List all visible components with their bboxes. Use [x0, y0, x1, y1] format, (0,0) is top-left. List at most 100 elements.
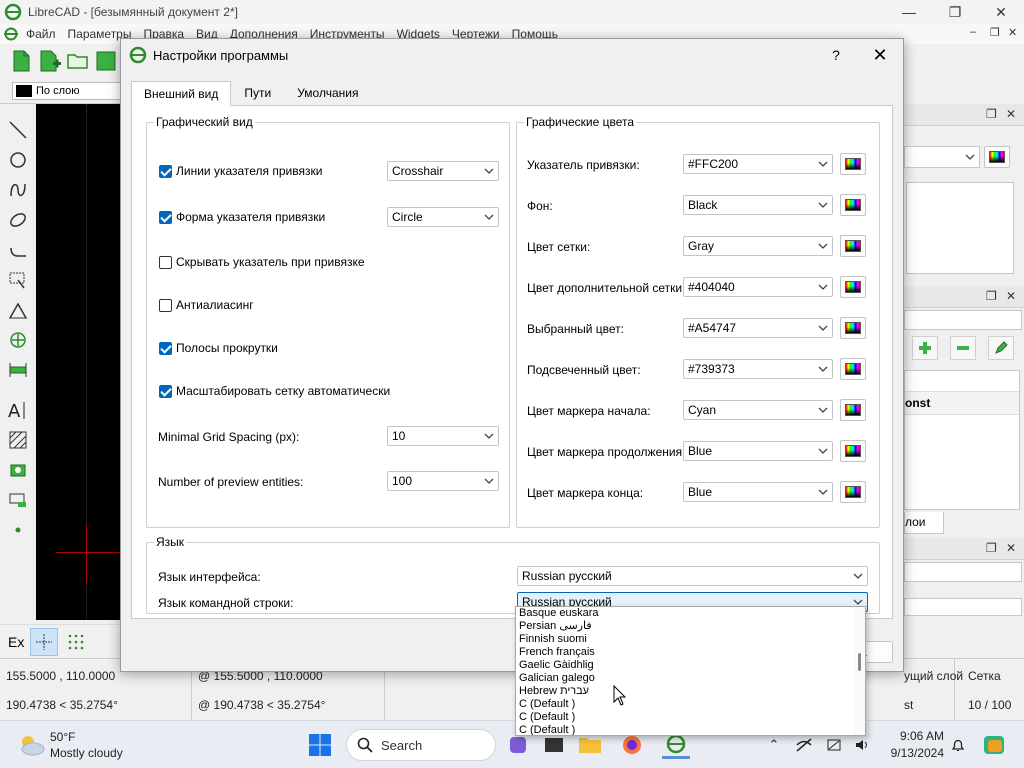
- combo-continue-marker-color[interactable]: Blue: [683, 441, 833, 461]
- combo-snap-lines[interactable]: Crosshair: [387, 161, 499, 181]
- tab-defaults[interactable]: Умолчания: [284, 81, 371, 105]
- snap-grid-icon[interactable]: [64, 630, 88, 654]
- combo-ui-language[interactable]: Russian русский: [517, 566, 868, 586]
- clock-time[interactable]: 9:06 AM: [884, 729, 944, 743]
- point-tool-icon[interactable]: [6, 518, 30, 542]
- list-item[interactable]: Persian فارسی: [519, 620, 592, 633]
- circle-tool-icon[interactable]: [6, 148, 30, 172]
- exclusive-snap-label[interactable]: Ex: [8, 634, 24, 650]
- edit-layer-icon[interactable]: [988, 336, 1014, 360]
- color-picker-icon[interactable]: [840, 358, 866, 380]
- dock-float-icon[interactable]: ❐: [986, 541, 997, 555]
- curve-tool-icon[interactable]: [6, 178, 30, 202]
- combo-selected-color[interactable]: #A54747: [683, 318, 833, 338]
- mdi-close-button[interactable]: ✕: [1008, 26, 1017, 39]
- color-picker-icon[interactable]: [840, 194, 866, 216]
- save-icon[interactable]: [94, 49, 118, 73]
- combo-snap-color[interactable]: #FFC200: [683, 154, 833, 174]
- cloudy-weather-icon[interactable]: [18, 733, 46, 757]
- checkbox-snap-lines[interactable]: [159, 165, 172, 178]
- new-template-icon[interactable]: [38, 49, 62, 73]
- dock-float-icon[interactable]: ❐: [986, 289, 997, 303]
- dock-float-icon[interactable]: ❐: [986, 107, 997, 121]
- combo-preview-entities[interactable]: 100: [387, 471, 499, 491]
- restore-button[interactable]: ❐: [932, 0, 978, 24]
- network-disconnected-icon[interactable]: [794, 735, 814, 755]
- block-filter-input[interactable]: [904, 562, 1022, 582]
- mdi-restore-button[interactable]: ❐: [990, 26, 1000, 39]
- copilot-pre-icon[interactable]: [982, 735, 1006, 755]
- text-tool-icon[interactable]: A: [6, 398, 30, 422]
- color-picker-icon[interactable]: [840, 276, 866, 298]
- dimension-tool-icon[interactable]: [6, 298, 30, 322]
- color-picker-icon[interactable]: [840, 481, 866, 503]
- ellipse-tool-icon[interactable]: [6, 208, 30, 232]
- combo-end-marker-color[interactable]: Blue: [683, 482, 833, 502]
- scrollbar-thumb[interactable]: [858, 653, 861, 671]
- snap-free-icon[interactable]: [30, 627, 59, 656]
- combo-highlight-color[interactable]: #739373: [683, 359, 833, 379]
- list-item[interactable]: French français: [519, 646, 595, 659]
- list-item[interactable]: Basque euskara: [519, 607, 599, 620]
- close-window-button[interactable]: ✕: [978, 0, 1024, 24]
- layer-combo[interactable]: По слою: [12, 82, 122, 100]
- combo-snap-shape[interactable]: Circle: [387, 207, 499, 227]
- battery-icon[interactable]: [824, 735, 844, 755]
- line-tool-icon[interactable]: [6, 118, 30, 142]
- combo-grid-spacing[interactable]: 10: [387, 426, 499, 446]
- dock-combo[interactable]: [904, 146, 980, 168]
- dock-close-icon[interactable]: ✕: [1006, 107, 1016, 121]
- drawing-canvas[interactable]: [36, 104, 125, 620]
- image-tool-icon[interactable]: [6, 458, 30, 482]
- select-tool-icon[interactable]: [6, 268, 30, 292]
- combo-background-color[interactable]: Black: [683, 195, 833, 215]
- mdi-minimize-button[interactable]: –: [970, 26, 976, 38]
- open-folder-icon[interactable]: [66, 49, 90, 73]
- list-item[interactable]: C (Default ): [519, 724, 575, 735]
- tab-appearance[interactable]: Внешний вид: [131, 81, 232, 106]
- combo-start-marker-color[interactable]: Cyan: [683, 400, 833, 420]
- color-picker-icon[interactable]: [840, 235, 866, 257]
- combo-grid-color[interactable]: Gray: [683, 236, 833, 256]
- measure-tool-icon[interactable]: [6, 358, 30, 382]
- dock-close-icon[interactable]: ✕: [1006, 541, 1016, 555]
- block-tool-icon[interactable]: [6, 488, 30, 512]
- minimize-button[interactable]: —: [886, 0, 932, 24]
- notification-bell-icon[interactable]: [948, 735, 968, 755]
- color-picker-icon[interactable]: [840, 399, 866, 421]
- dock-color-icon[interactable]: [984, 146, 1010, 168]
- list-item[interactable]: Hebrew עברית: [519, 685, 589, 698]
- color-picker-icon[interactable]: [840, 153, 866, 175]
- checkbox-hide-snap[interactable]: [159, 256, 172, 269]
- new-file-icon[interactable]: [10, 49, 34, 73]
- clock-date[interactable]: 9/13/2024: [874, 746, 944, 760]
- dropdown-scrollbar[interactable]: [854, 607, 865, 735]
- list-item[interactable]: Galician galego: [519, 672, 595, 685]
- layer-filter-input[interactable]: [904, 310, 1022, 330]
- menu-file[interactable]: Файл: [20, 27, 62, 41]
- list-item[interactable]: C (Default ): [519, 711, 575, 724]
- volume-icon[interactable]: [852, 735, 872, 755]
- tab-paths[interactable]: Пути: [231, 81, 284, 105]
- list-item[interactable]: Finnish suomi: [519, 633, 587, 646]
- windows-start-icon[interactable]: [308, 733, 332, 757]
- color-picker-icon[interactable]: [840, 317, 866, 339]
- dialog-close-button[interactable]: ✕: [865, 43, 895, 67]
- checkbox-antialiasing[interactable]: [159, 299, 172, 312]
- color-picker-icon[interactable]: [840, 440, 866, 462]
- hatch-tool-icon[interactable]: [6, 428, 30, 452]
- list-item[interactable]: C (Default ): [519, 698, 575, 711]
- list-item[interactable]: Gaelic Gàidhlig: [519, 659, 594, 672]
- checkbox-snap-shape[interactable]: [159, 211, 172, 224]
- help-button[interactable]: ?: [821, 43, 851, 67]
- checkbox-auto-grid[interactable]: [159, 385, 172, 398]
- modify-tool-icon[interactable]: [6, 328, 30, 352]
- tray-chevron-up-icon[interactable]: ⌃: [764, 735, 784, 755]
- add-layer-icon[interactable]: [912, 336, 938, 360]
- dock-close-icon[interactable]: ✕: [1006, 289, 1016, 303]
- taskbar-search[interactable]: Search: [346, 729, 496, 761]
- dock-tab-layers[interactable]: лои: [904, 512, 944, 534]
- remove-layer-icon[interactable]: [950, 336, 976, 360]
- combo-meta-grid-color[interactable]: #404040: [683, 277, 833, 297]
- checkbox-scrollbars[interactable]: [159, 342, 172, 355]
